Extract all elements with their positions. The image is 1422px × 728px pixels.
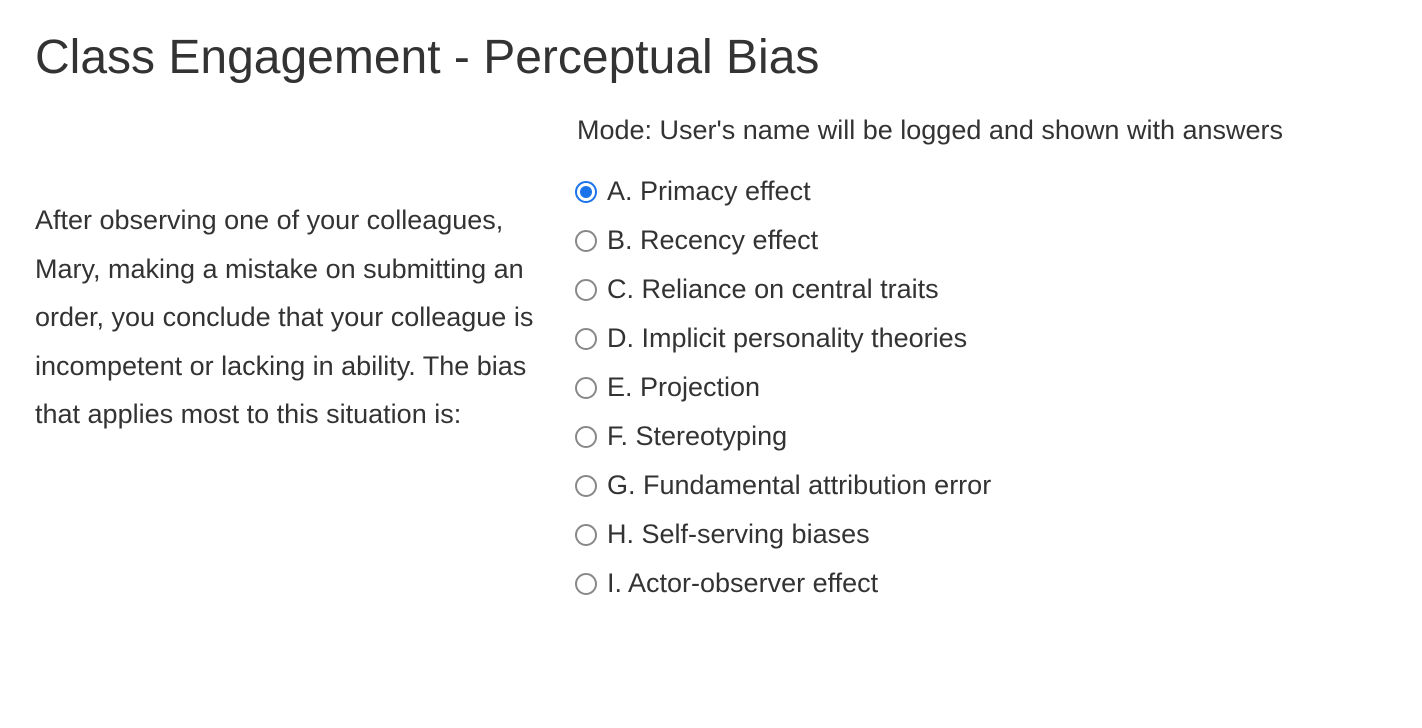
- option-row[interactable]: A. Primacy effect: [575, 176, 1387, 207]
- radio-button[interactable]: [575, 181, 597, 203]
- option-label: H. Self-serving biases: [607, 519, 870, 550]
- radio-button[interactable]: [575, 279, 597, 301]
- radio-button[interactable]: [575, 573, 597, 595]
- radio-button[interactable]: [575, 230, 597, 252]
- options-list: A. Primacy effect B. Recency effect C. Rel…: [575, 176, 1387, 617]
- radio-button[interactable]: [575, 377, 597, 399]
- option-label: A. Primacy effect: [607, 176, 811, 207]
- option-label: G. Fundamental attribution error: [607, 470, 991, 501]
- option-row[interactable]: E. Projection: [575, 372, 1387, 403]
- option-row[interactable]: I. Actor-observer effect: [575, 568, 1387, 599]
- mode-text: Mode: User's name will be logged and sho…: [577, 115, 1387, 146]
- radio-button[interactable]: [575, 328, 597, 350]
- option-label: E. Projection: [607, 372, 760, 403]
- radio-button[interactable]: [575, 426, 597, 448]
- option-row[interactable]: G. Fundamental attribution error: [575, 470, 1387, 501]
- option-row[interactable]: H. Self-serving biases: [575, 519, 1387, 550]
- option-row[interactable]: B. Recency effect: [575, 225, 1387, 256]
- option-row[interactable]: D. Implicit personality theories: [575, 323, 1387, 354]
- option-label: D. Implicit personality theories: [607, 323, 967, 354]
- option-label: C. Reliance on central traits: [607, 274, 939, 305]
- option-label: I. Actor-observer effect: [607, 568, 878, 599]
- question-text: After observing one of your colleagues, …: [35, 196, 575, 439]
- page-title: Class Engagement - Perceptual Bias: [35, 30, 1387, 85]
- radio-button[interactable]: [575, 524, 597, 546]
- option-label: B. Recency effect: [607, 225, 818, 256]
- option-row[interactable]: C. Reliance on central traits: [575, 274, 1387, 305]
- option-label: F. Stereotyping: [607, 421, 787, 452]
- radio-button[interactable]: [575, 475, 597, 497]
- content-row: After observing one of your colleagues, …: [35, 196, 1387, 617]
- option-row[interactable]: F. Stereotyping: [575, 421, 1387, 452]
